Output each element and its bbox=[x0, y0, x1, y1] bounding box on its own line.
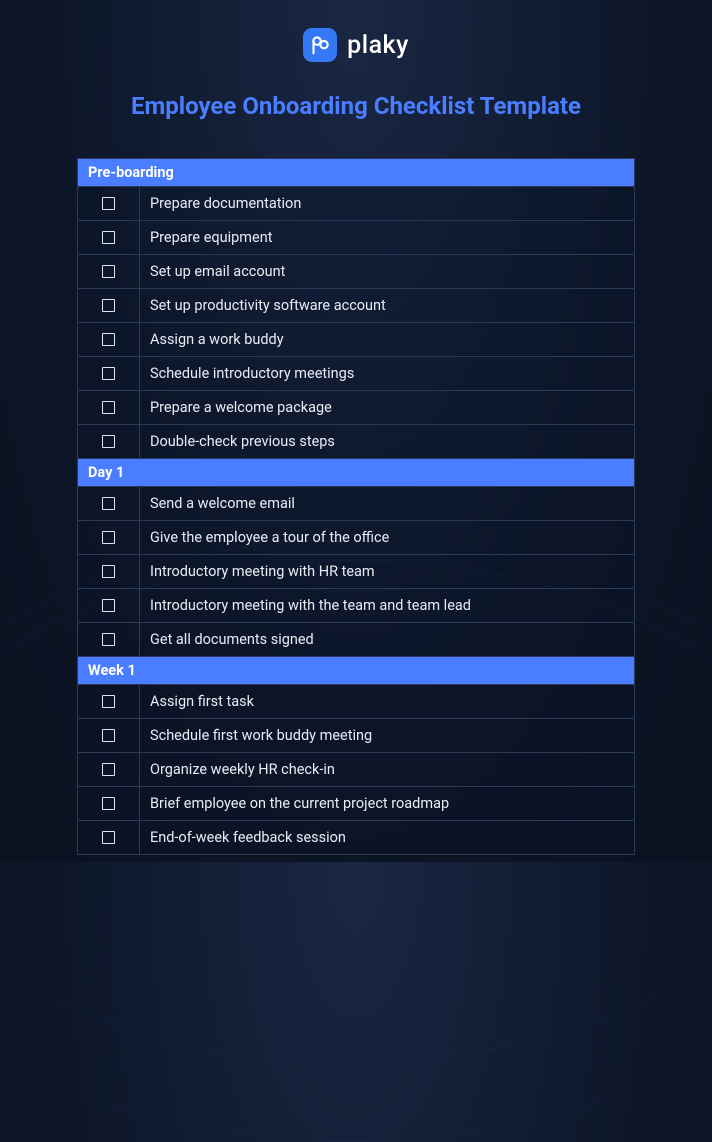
checkbox-empty-icon bbox=[102, 197, 115, 210]
checkbox-cell[interactable] bbox=[78, 425, 140, 458]
table-row: Schedule introductory meetings bbox=[78, 357, 634, 391]
page-title: Employee Onboarding Checklist Template bbox=[0, 92, 712, 120]
brand-logo: plaky bbox=[0, 0, 712, 62]
table-row: Prepare equipment bbox=[78, 221, 634, 255]
table-row: Double-check previous steps bbox=[78, 425, 634, 459]
table-row: Prepare a welcome package bbox=[78, 391, 634, 425]
item-label: Get all documents signed bbox=[140, 623, 634, 656]
item-label: Double-check previous steps bbox=[140, 425, 634, 458]
table-row: Get all documents signed bbox=[78, 623, 634, 657]
checkbox-empty-icon bbox=[102, 565, 115, 578]
item-label: End-of-week feedback session bbox=[140, 821, 634, 854]
item-label: Introductory meeting with HR team bbox=[140, 555, 634, 588]
brand-name: plaky bbox=[347, 31, 409, 60]
checkbox-cell[interactable] bbox=[78, 357, 140, 390]
table-row: Assign first task bbox=[78, 685, 634, 719]
checkbox-empty-icon bbox=[102, 599, 115, 612]
item-label: Prepare equipment bbox=[140, 221, 634, 254]
checkbox-empty-icon bbox=[102, 729, 115, 742]
item-label: Set up email account bbox=[140, 255, 634, 288]
checkbox-empty-icon bbox=[102, 265, 115, 278]
table-row: Set up productivity software account bbox=[78, 289, 634, 323]
item-label: Prepare a welcome package bbox=[140, 391, 634, 424]
table-row: Brief employee on the current project ro… bbox=[78, 787, 634, 821]
table-row: Organize weekly HR check-in bbox=[78, 753, 634, 787]
checkbox-cell[interactable] bbox=[78, 623, 140, 656]
checkbox-cell[interactable] bbox=[78, 255, 140, 288]
checkbox-cell[interactable] bbox=[78, 821, 140, 854]
checkbox-cell[interactable] bbox=[78, 323, 140, 356]
section-header: Day 1 bbox=[78, 459, 634, 487]
checkbox-empty-icon bbox=[102, 763, 115, 776]
plaky-icon bbox=[303, 28, 337, 62]
checkbox-empty-icon bbox=[102, 797, 115, 810]
checkbox-cell[interactable] bbox=[78, 685, 140, 718]
table-row: Prepare documentation bbox=[78, 187, 634, 221]
checkbox-empty-icon bbox=[102, 831, 115, 844]
item-label: Send a welcome email bbox=[140, 487, 634, 520]
item-label: Prepare documentation bbox=[140, 187, 634, 220]
item-label: Organize weekly HR check-in bbox=[140, 753, 634, 786]
checkbox-cell[interactable] bbox=[78, 555, 140, 588]
checklist-table: Pre-boardingPrepare documentationPrepare… bbox=[77, 158, 635, 855]
item-label: Schedule introductory meetings bbox=[140, 357, 634, 390]
table-row: Introductory meeting with HR team bbox=[78, 555, 634, 589]
table-row: Introductory meeting with the team and t… bbox=[78, 589, 634, 623]
checkbox-cell[interactable] bbox=[78, 787, 140, 820]
checkbox-empty-icon bbox=[102, 497, 115, 510]
item-label: Set up productivity software account bbox=[140, 289, 634, 322]
item-label: Brief employee on the current project ro… bbox=[140, 787, 634, 820]
checkbox-cell[interactable] bbox=[78, 589, 140, 622]
checkbox-cell[interactable] bbox=[78, 391, 140, 424]
checkbox-empty-icon bbox=[102, 633, 115, 646]
section-header: Pre-boarding bbox=[78, 159, 634, 187]
checkbox-empty-icon bbox=[102, 231, 115, 244]
checkbox-empty-icon bbox=[102, 435, 115, 448]
table-row: Give the employee a tour of the office bbox=[78, 521, 634, 555]
checkbox-empty-icon bbox=[102, 695, 115, 708]
checkbox-cell[interactable] bbox=[78, 487, 140, 520]
item-label: Give the employee a tour of the office bbox=[140, 521, 634, 554]
checkbox-empty-icon bbox=[102, 299, 115, 312]
checkbox-cell[interactable] bbox=[78, 719, 140, 752]
logo-glyph bbox=[310, 35, 331, 56]
table-row: Send a welcome email bbox=[78, 487, 634, 521]
table-row: Schedule first work buddy meeting bbox=[78, 719, 634, 753]
item-label: Assign first task bbox=[140, 685, 634, 718]
checkbox-cell[interactable] bbox=[78, 521, 140, 554]
checkbox-empty-icon bbox=[102, 401, 115, 414]
item-label: Assign a work buddy bbox=[140, 323, 634, 356]
checkbox-empty-icon bbox=[102, 367, 115, 380]
checkbox-cell[interactable] bbox=[78, 289, 140, 322]
table-row: Assign a work buddy bbox=[78, 323, 634, 357]
checkbox-cell[interactable] bbox=[78, 221, 140, 254]
checkbox-empty-icon bbox=[102, 333, 115, 346]
table-row: End-of-week feedback session bbox=[78, 821, 634, 855]
checkbox-cell[interactable] bbox=[78, 187, 140, 220]
item-label: Introductory meeting with the team and t… bbox=[140, 589, 634, 622]
table-row: Set up email account bbox=[78, 255, 634, 289]
checkbox-cell[interactable] bbox=[78, 753, 140, 786]
checkbox-empty-icon bbox=[102, 531, 115, 544]
section-header: Week 1 bbox=[78, 657, 634, 685]
item-label: Schedule first work buddy meeting bbox=[140, 719, 634, 752]
